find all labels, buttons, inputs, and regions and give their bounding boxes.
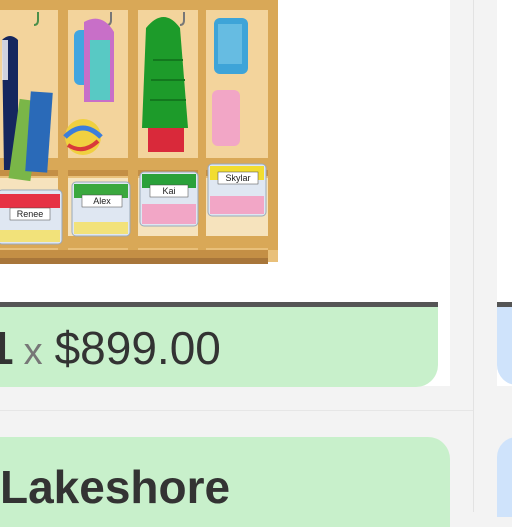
row-divider	[0, 410, 474, 411]
vendor-name: Lakeshore	[0, 461, 231, 513]
cubby-illustration: Renee Alex Kai Skylar	[0, 0, 278, 264]
bin-label: Kai	[162, 186, 175, 196]
neighbor-vendor-card[interactable]	[497, 437, 512, 517]
bin-label: Renee	[17, 209, 44, 219]
price-line: 1 x $899.00	[0, 307, 221, 387]
quantity: 1	[0, 322, 14, 374]
product-image[interactable]: Renee Alex Kai Skylar	[0, 0, 450, 302]
product-card[interactable]: Renee Alex Kai Skylar 1 x $899.00	[0, 0, 450, 387]
price-bar: 1 x $899.00	[0, 307, 438, 387]
panel-divider	[473, 0, 474, 512]
times-symbol: x	[23, 331, 43, 373]
bin-label: Alex	[93, 196, 111, 206]
neighbor-price-bar	[497, 307, 512, 385]
bin-label: Skylar	[225, 173, 250, 183]
vendor-card[interactable]: Lakeshore	[0, 437, 450, 527]
price: $899.00	[54, 322, 221, 374]
